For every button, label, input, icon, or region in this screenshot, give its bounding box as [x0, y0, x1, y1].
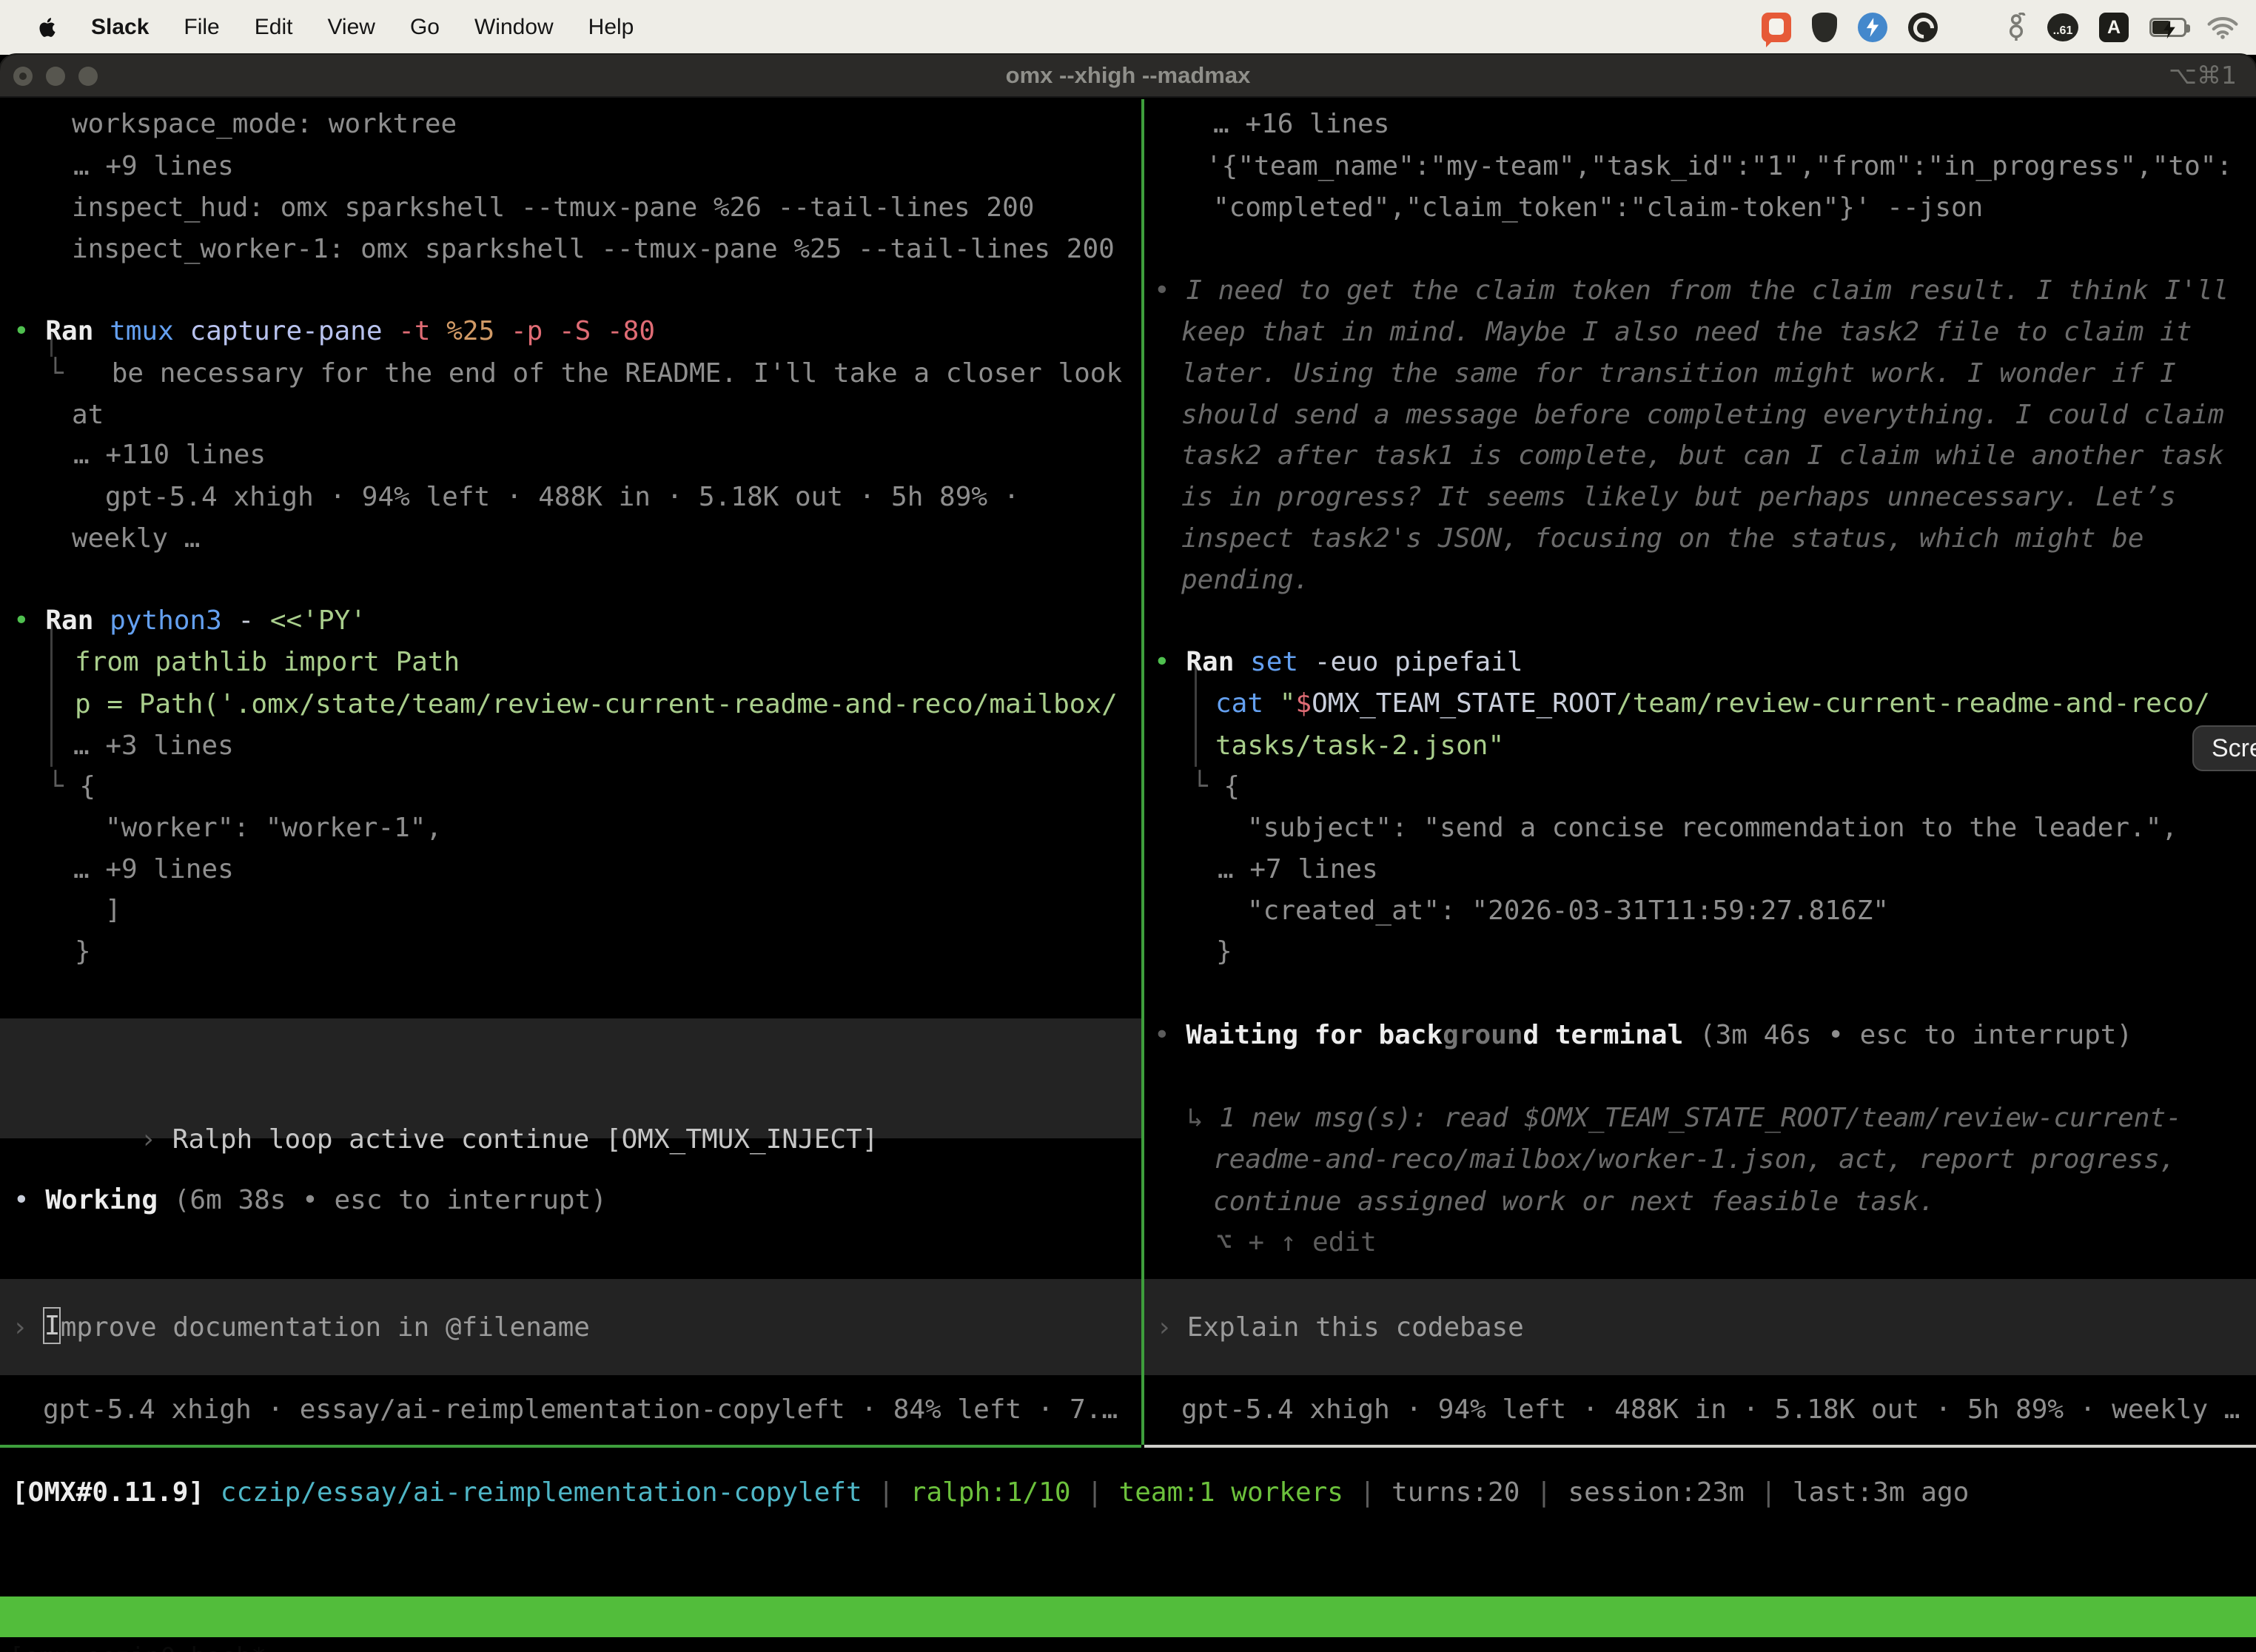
terminal-line: • I need to get the claim token from the…: [1154, 269, 2229, 312]
prompt-chevron: ›: [140, 1124, 156, 1155]
network-blue-icon[interactable]: [1858, 13, 1887, 42]
ralph-loop-line: › Ralph loop active continue [OMX_TMUX_I…: [12, 1076, 878, 1118]
menu-item-help[interactable]: Help: [588, 15, 634, 40]
shield-icon[interactable]: [1812, 13, 1837, 42]
terminal-line: p = Path('.omx/state/team/review-current…: [75, 683, 1118, 725]
terminal-line: • Ran set -euo pipefail: [1154, 641, 1523, 683]
omx-statusline: [OMX#0.11.9] cczip/essay/ai-reimplementa…: [12, 1471, 1969, 1514]
tmux-session-name[interactable]: [omx-cczip0:bash*: [9, 1637, 266, 1652]
terminal-line: "subject": "send a concise recommendatio…: [1247, 807, 2178, 849]
terminal-line: inspect task2's JSON, focusing on the st…: [1181, 517, 2143, 560]
terminal-window: omx --xhigh --madmax ⌥⌘1 › Ralph loop ac…: [0, 55, 2256, 1652]
terminal-line: should send a message before completing …: [1181, 394, 2224, 436]
menubar-status-icons: ..61 A: [1762, 13, 2256, 42]
terminal-line: "created_at": "2026-03-31T11:59:27.816Z": [1247, 890, 1889, 932]
terminal-line: … +110 lines: [73, 434, 266, 476]
terminal-line: workspace_mode: worktree: [72, 103, 457, 145]
ralph-loop-text: Ralph loop active continue [OMX_TMUX_INJ…: [172, 1124, 879, 1155]
terminal-line: readme-and-reco/mailbox/worker-1.json, a…: [1213, 1138, 2175, 1181]
terminal-line: … +9 lines: [73, 848, 234, 890]
terminal-line: • Working (6m 38s • esc to interrupt): [13, 1179, 607, 1221]
window-shortcut-badge: ⌥⌘1: [2169, 55, 2237, 96]
terminal-line: later. Using the same for transition mig…: [1181, 352, 2176, 394]
dots-grid-icon[interactable]: [1958, 14, 1985, 41]
input-placeholder: Explain this codebase: [1187, 1312, 1524, 1343]
input-source-icon[interactable]: A: [2099, 13, 2129, 42]
terminal-line: cat "$OMX_TEAM_STATE_ROOT/team/review-cu…: [1215, 682, 2210, 725]
battery-icon[interactable]: [2149, 18, 2186, 37]
terminal-line: • Ran python3 - <<'PY': [13, 600, 366, 642]
prompt-chevron: ›: [12, 1312, 28, 1343]
menu-item-window[interactable]: Window: [474, 15, 554, 40]
menubar-left: Slack File Edit View Go Window Help: [0, 15, 634, 40]
titlebar: omx --xhigh --madmax ⌥⌘1: [0, 55, 2256, 98]
terminal-line: tasks/task-2.json": [1215, 725, 1504, 767]
terminal-line: gpt-5.4 xhigh · 94% left · 488K in · 5.1…: [105, 476, 1019, 518]
menu-items: Slack File Edit View Go Window Help: [91, 15, 634, 40]
back-circle-icon[interactable]: [1908, 13, 1938, 42]
pane-border-right: [1144, 1445, 2256, 1448]
terminal-line: continue assigned work or next feasible …: [1213, 1181, 1935, 1223]
terminal-line: • Ran tmux capture-pane -t %25 -p -S -80: [13, 310, 655, 352]
menu-item-go[interactable]: Go: [410, 15, 440, 40]
terminal: › Ralph loop active continue [OMX_TMUX_I…: [0, 99, 2256, 1652]
pane-border-left: [0, 1445, 1141, 1448]
terminal-line: └ be necessary for the end of the README…: [47, 352, 1122, 394]
menu-item-slack[interactable]: Slack: [91, 15, 149, 40]
terminal-line: └ {: [1192, 765, 1240, 807]
apple-menu-icon[interactable]: [37, 16, 56, 38]
terminal-line: ⌥ + ↑ edit: [1216, 1221, 1377, 1263]
terminal-line: … +3 lines: [73, 725, 234, 767]
menubar: Slack File Edit View Go Window Help ..61 A: [0, 0, 2256, 55]
terminal-line: '{"team_name":"my-team","task_id":"1","f…: [1206, 145, 2232, 187]
terminal-line: └ {: [47, 765, 95, 807]
terminal-line: ]: [105, 889, 121, 931]
terminal-line: … +9 lines: [73, 145, 234, 187]
terminal-line: "worker": "worker-1",: [105, 807, 442, 849]
terminal-line: inspect_worker-1: omx sparkshell --tmux-…: [72, 228, 1115, 270]
prompt-chevron: ›: [1156, 1312, 1172, 1343]
terminal-line: … +7 lines: [1218, 848, 1378, 890]
screen-record-icon[interactable]: [1762, 13, 1791, 42]
terminal-line: • Waiting for background terminal (3m 46…: [1154, 1014, 2132, 1056]
menu-item-file[interactable]: File: [184, 15, 219, 40]
terminal-line: }: [1216, 930, 1232, 973]
battery-percent-badge[interactable]: ..61: [2047, 13, 2078, 41]
prompt-input-right[interactable]: › Explain this codebase: [1144, 1279, 2256, 1375]
terminal-line: "completed","claim_token":"claim-token"}…: [1213, 187, 1983, 229]
terminal-line: pending.: [1181, 559, 1309, 601]
wifi-icon[interactable]: [2207, 16, 2238, 39]
terminal-line: ↳ 1 new msg(s): read $OMX_TEAM_STATE_ROO…: [1187, 1097, 2182, 1139]
text-cursor: I: [43, 1307, 61, 1344]
window-title: omx --xhigh --madmax: [0, 55, 2256, 96]
terminal-line: is in progress? It seems likely but perh…: [1181, 476, 2176, 518]
terminal-line: }: [75, 930, 91, 973]
terminal-line: keep that in mind. Maybe I also need the…: [1181, 311, 2192, 353]
terminal-line: at: [72, 394, 104, 436]
pane-divider[interactable]: [1141, 99, 1144, 1445]
tooltip-text: Scre: [2212, 734, 2256, 763]
terminal-line: task2 after task1 is complete, but can I…: [1181, 434, 2224, 477]
prompt-input-left[interactable]: › Improve documentation in @filename: [0, 1279, 1141, 1375]
terminal-line: inspect_hud: omx sparkshell --tmux-pane …: [72, 187, 1034, 229]
input-placeholder: mprove documentation in @filename: [61, 1312, 590, 1343]
screen-share-tooltip: Scre: [2192, 725, 2256, 771]
pane-right[interactable]: › Explain this codebase gpt-5.4 xhigh · 9…: [1144, 99, 2256, 1445]
session-status-right: gpt-5.4 xhigh · 94% left · 488K in · 5.1…: [1181, 1389, 2240, 1431]
menu-item-edit[interactable]: Edit: [255, 15, 293, 40]
terminal-line: … +16 lines: [1213, 103, 1389, 145]
menu-item-view[interactable]: View: [327, 15, 375, 40]
accessibility-icon[interactable]: [2006, 13, 2027, 42]
terminal-line: weekly …: [72, 517, 200, 560]
tmux-status-bar: [omx-cczip0:bash* "MacBook-Pro-44.local"…: [0, 1596, 2256, 1637]
pane-left[interactable]: › Ralph loop active continue [OMX_TMUX_I…: [0, 99, 1141, 1445]
session-status-left: gpt-5.4 xhigh · essay/ai-reimplementatio…: [43, 1389, 1118, 1431]
terminal-line: from pathlib import Path: [75, 641, 460, 683]
